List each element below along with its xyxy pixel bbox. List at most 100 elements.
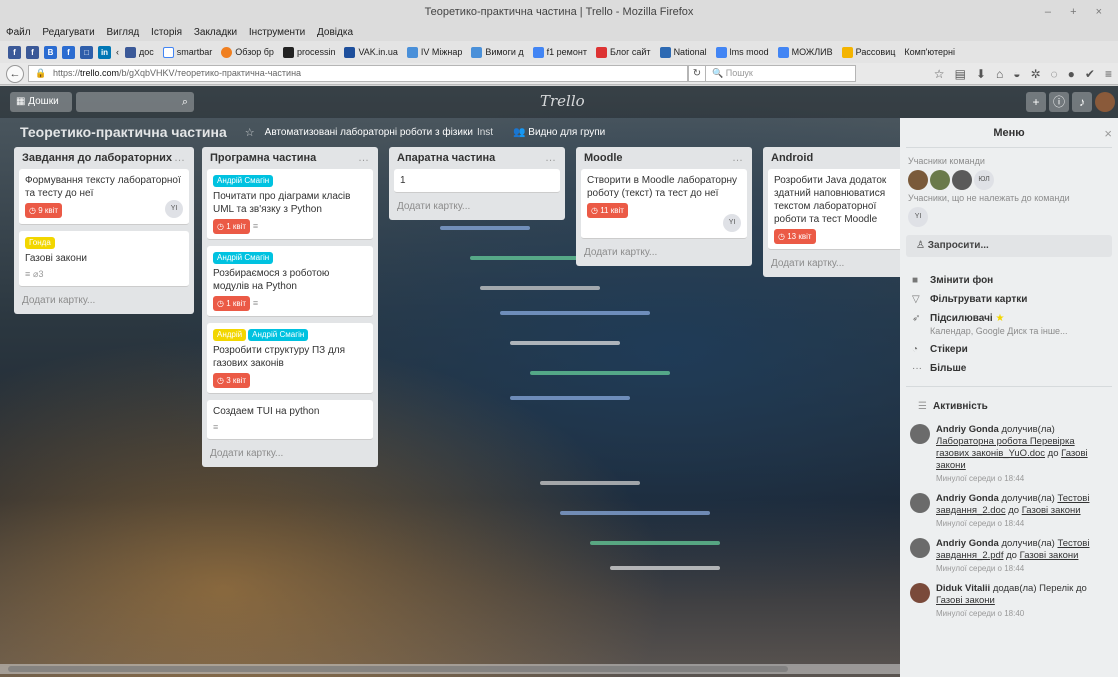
scrollbar-thumb[interactable] xyxy=(8,666,788,672)
menu-bookmarks[interactable]: Закладки xyxy=(194,27,237,38)
boards-button[interactable]: ▦ Дошки xyxy=(10,92,72,112)
bookmark-b-icon[interactable]: B xyxy=(44,45,57,59)
menu-file[interactable]: Файл xyxy=(6,27,31,38)
add-card-button[interactable]: Додати картку... xyxy=(394,199,560,214)
activity-target-link[interactable]: Газові закони xyxy=(1020,550,1079,561)
bookmark-item[interactable]: National xyxy=(659,46,707,58)
avatar[interactable] xyxy=(910,424,930,444)
powerups-item[interactable]: ➶ Підсилювачі ★ Календар, Google Диск та і… xyxy=(900,309,1118,340)
bookmark-item[interactable]: Блог сайт xyxy=(595,46,651,58)
bookmark-item[interactable]: processin xyxy=(282,46,335,58)
add-card-button[interactable]: Додати картку... xyxy=(768,256,908,271)
team-name[interactable]: Автоматизовані лабораторні роботи з фізи… xyxy=(265,127,473,138)
bookmark-icon[interactable]: f xyxy=(62,45,75,59)
activity-user[interactable]: Andriy Gonda xyxy=(936,493,999,504)
activity-user[interactable]: Diduk Vitalii xyxy=(936,583,990,594)
menu-view[interactable]: Вигляд xyxy=(106,27,139,38)
more-item[interactable]: ··· Більше xyxy=(900,359,1118,378)
add-button[interactable]: + xyxy=(1026,92,1046,112)
bookmark-item[interactable]: Рассовиц xyxy=(841,46,895,58)
bookmark-item[interactable]: МОЖЛИВ xyxy=(777,46,833,58)
bookmark-item[interactable]: Комп'ютерні xyxy=(904,47,955,57)
add-card-button[interactable]: Додати картку... xyxy=(207,446,373,461)
visibility-button[interactable]: 👥 Видно для групи xyxy=(513,127,605,138)
pocket-icon[interactable]: ◒ xyxy=(1013,67,1020,81)
activity-user[interactable]: Andriy Gonda xyxy=(936,538,999,549)
card[interactable]: Гонда Газові закони ≡ ⌀3 xyxy=(19,231,189,287)
url-input[interactable]: 🔒 https://trello.com/b/gXqbVHKV/теоретик… xyxy=(28,65,688,82)
bookmark-icon[interactable]: □ xyxy=(80,45,93,59)
linkedin-icon[interactable]: in xyxy=(98,45,111,59)
info-button[interactable]: ⓘ xyxy=(1049,92,1069,112)
bookmarks-overflow-left[interactable]: ‹ xyxy=(116,47,119,57)
download-icon[interactable]: ⬇ xyxy=(976,67,986,81)
list-title[interactable]: Завдання до лабораторних… xyxy=(19,147,189,169)
horizontal-scrollbar[interactable] xyxy=(0,664,900,674)
stickers-item[interactable]: ◔ Стікери xyxy=(900,340,1118,359)
bookmark-item[interactable]: f1 ремонт xyxy=(532,46,587,58)
card[interactable]: Андрій Смагін Почитати про діаграми клас… xyxy=(207,169,373,240)
card[interactable]: Створити в Moodle лабораторну роботу (те… xyxy=(581,169,747,239)
avatar[interactable] xyxy=(908,170,928,190)
avatar[interactable] xyxy=(952,170,972,190)
menu-help[interactable]: Довідка xyxy=(317,27,353,38)
activity-user[interactable]: Andriy Gonda xyxy=(936,424,999,435)
list-title[interactable]: Android xyxy=(768,147,908,169)
notifications-button[interactable]: ♪ xyxy=(1072,92,1092,112)
add-card-button[interactable]: Додати картку... xyxy=(19,293,189,308)
avatar[interactable] xyxy=(910,493,930,513)
bookmark-item[interactable]: lms mood xyxy=(715,46,769,58)
trello-logo[interactable]: Trello xyxy=(540,92,585,110)
facebook-icon[interactable]: f xyxy=(26,45,39,59)
bookmark-item[interactable]: дос xyxy=(125,46,154,58)
star-icon[interactable]: ☆ xyxy=(245,126,255,139)
filter-cards-item[interactable]: ▽ Фільтрувати картки xyxy=(900,290,1118,309)
back-arrow-icon[interactable]: ← xyxy=(6,64,24,83)
card[interactable]: Андрій Смагін Розбираємося з роботою мод… xyxy=(207,246,373,317)
list-title[interactable]: Програмна частина… xyxy=(207,147,373,169)
close-icon[interactable]: × xyxy=(1104,126,1112,141)
card[interactable]: Розробити Java додаток здатний наповнюва… xyxy=(768,169,908,250)
checkmark-icon[interactable]: ✔ xyxy=(1085,67,1095,81)
avatar[interactable] xyxy=(930,170,950,190)
list-title[interactable]: Moodle… xyxy=(581,147,747,169)
invite-button[interactable]: ♙ Запросити... xyxy=(906,235,1112,257)
avatar[interactable]: ЮЛ xyxy=(974,170,994,190)
card[interactable]: Создаем TUI на python ≡ xyxy=(207,400,373,440)
bookmark-item[interactable]: smartbar xyxy=(162,46,212,58)
avatar[interactable]: YI xyxy=(908,207,928,227)
list-menu-icon[interactable]: … xyxy=(732,147,743,169)
bookmark-item[interactable]: Вимоги д xyxy=(471,46,524,58)
bookmark-item[interactable]: VAK.in.ua xyxy=(344,46,398,58)
window-controls[interactable]: – + × xyxy=(1045,0,1110,24)
card[interactable]: 1 xyxy=(394,169,560,193)
card[interactable]: Андрій Андрій Смагін Розробити структуру … xyxy=(207,323,373,394)
menu-tools[interactable]: Інструменти xyxy=(249,27,305,38)
avatar[interactable] xyxy=(1095,92,1115,112)
star-icon[interactable]: ☆ xyxy=(934,67,945,81)
list-menu-icon[interactable]: … xyxy=(174,147,185,169)
member-avatar[interactable]: YI xyxy=(723,214,741,232)
activity-target-link[interactable]: Газові закони xyxy=(936,595,995,606)
extension-icon[interactable]: ✲ xyxy=(1030,67,1040,81)
bookmark-item[interactable]: Обзор бр xyxy=(221,46,274,58)
home-icon[interactable]: ⌂ xyxy=(996,67,1003,81)
library-icon[interactable]: ▤ xyxy=(955,67,966,81)
card[interactable]: Формування тексту лабораторної та тесту … xyxy=(19,169,189,225)
addon-icon[interactable]: ● xyxy=(1068,67,1075,81)
list-title[interactable]: Апаратна частина… xyxy=(394,147,560,169)
menu-history[interactable]: Історія xyxy=(151,27,182,38)
avatar[interactable] xyxy=(910,538,930,558)
board-search-input[interactable]: ⌕ xyxy=(76,92,194,112)
board-title[interactable]: Теоретико-практична частина xyxy=(20,124,227,140)
facebook-icon[interactable]: f xyxy=(8,45,21,59)
avatar[interactable] xyxy=(910,583,930,603)
menu-edit[interactable]: Редагувати xyxy=(42,27,94,38)
bookmark-item[interactable]: IV Міжнар xyxy=(406,46,462,58)
reload-icon[interactable]: ↻ xyxy=(688,65,706,82)
list-menu-icon[interactable]: … xyxy=(545,147,556,169)
shield-icon[interactable]: ◌ xyxy=(1051,67,1058,81)
change-background-item[interactable]: ■ Змінити фон xyxy=(900,271,1118,290)
activity-target-link[interactable]: Газові закони xyxy=(1022,505,1081,516)
add-card-button[interactable]: Додати картку... xyxy=(581,245,747,260)
